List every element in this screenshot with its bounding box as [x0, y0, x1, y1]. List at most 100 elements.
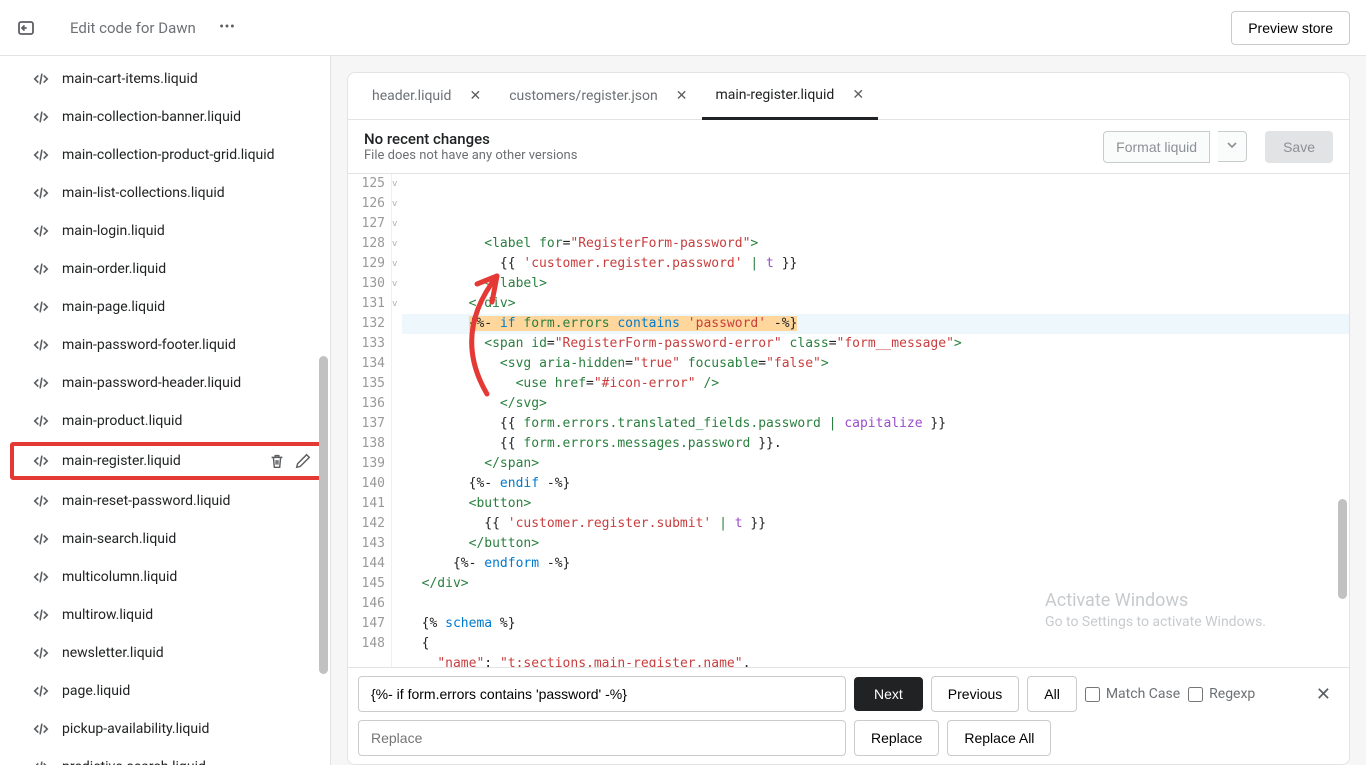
file-item[interactable]: main-collection-product-grid.liquid	[0, 136, 330, 174]
close-icon[interactable]: ✕	[469, 88, 481, 104]
file-sidebar[interactable]: main-cart-items.liquidmain-collection-ba…	[0, 56, 331, 765]
file-label: predictive-search.liquid	[62, 759, 206, 765]
code-line[interactable]: <use href="#icon-error" />	[402, 374, 1349, 394]
fold-gutter[interactable]: vvvvvvv	[392, 174, 402, 667]
code-line[interactable]: </button>	[402, 534, 1349, 554]
code-line[interactable]: </label>	[402, 274, 1349, 294]
find-all-button[interactable]: All	[1027, 676, 1077, 712]
code-line[interactable]: {% schema %}	[402, 614, 1349, 634]
file-item[interactable]: main-product.liquid	[0, 402, 330, 440]
code-line[interactable]: {%- if form.errors contains 'password' -…	[402, 314, 1349, 334]
tab[interactable]: header.liquid ✕	[358, 73, 495, 119]
replace-input[interactable]	[358, 720, 846, 756]
status-row: No recent changes File does not have any…	[348, 120, 1349, 174]
tab-label: header.liquid	[372, 88, 451, 104]
replace-button[interactable]: Replace	[854, 720, 939, 756]
file-item[interactable]: page.liquid	[0, 672, 330, 710]
code-line[interactable]: {%- endif -%}	[402, 474, 1349, 494]
replace-all-button[interactable]: Replace All	[947, 720, 1051, 756]
close-icon[interactable]: ✕	[852, 87, 864, 103]
save-button[interactable]: Save	[1265, 131, 1333, 163]
file-item[interactable]: main-reset-password.liquid	[0, 482, 330, 520]
more-icon[interactable]	[214, 13, 240, 43]
file-label: multicolumn.liquid	[62, 569, 177, 585]
format-liquid-button[interactable]: Format liquid	[1103, 131, 1210, 163]
tab-label: customers/register.json	[509, 88, 658, 104]
code-icon	[32, 758, 50, 765]
file-item[interactable]: main-login.liquid	[0, 212, 330, 250]
code-icon	[32, 70, 50, 88]
code-line[interactable]: <span id="RegisterForm-password-error" c…	[402, 334, 1349, 354]
file-label: multirow.liquid	[62, 607, 153, 623]
code-line[interactable]: </svg>	[402, 394, 1349, 414]
close-icon[interactable]: ✕	[1308, 680, 1339, 709]
file-item[interactable]: predictive-search.liquid	[0, 748, 330, 765]
file-item[interactable]: multirow.liquid	[0, 596, 330, 634]
editor-card: header.liquid✕customers/register.json✕ma…	[347, 72, 1350, 765]
match-case-checkbox[interactable]: Match Case	[1085, 686, 1180, 702]
code-line[interactable]: {%- endform -%}	[402, 554, 1349, 574]
code-line[interactable]: <button>	[402, 494, 1349, 514]
code-icon	[32, 568, 50, 586]
format-dropdown[interactable]	[1218, 131, 1247, 162]
find-previous-button[interactable]: Previous	[931, 676, 1019, 712]
editor-scrollbar[interactable]	[1335, 174, 1349, 667]
code-line[interactable]: <svg aria-hidden="true" focusable="false…	[402, 354, 1349, 374]
code-icon	[32, 606, 50, 624]
file-item[interactable]: main-order.liquid	[0, 250, 330, 288]
code-icon	[32, 298, 50, 316]
code-lines[interactable]: <label for="RegisterForm-password"> {{ '…	[402, 174, 1349, 667]
file-label: main-search.liquid	[62, 531, 176, 547]
code-line[interactable]: {{ form.errors.translated_fields.passwor…	[402, 414, 1349, 434]
preview-store-button[interactable]: Preview store	[1231, 11, 1350, 45]
code-line[interactable]: </span>	[402, 454, 1349, 474]
code-editor[interactable]: 1251261271281291301311321331341351361371…	[348, 174, 1349, 667]
file-label: pickup-availability.liquid	[62, 721, 209, 737]
code-line[interactable]: {{ form.errors.messages.password }}.	[402, 434, 1349, 454]
file-item[interactable]: main-password-header.liquid	[0, 364, 330, 402]
code-line[interactable]: <label for="RegisterForm-password">	[402, 234, 1349, 254]
file-item[interactable]: newsletter.liquid	[0, 634, 330, 672]
file-item[interactable]: main-cart-items.liquid	[0, 60, 330, 98]
code-icon	[32, 720, 50, 738]
code-icon	[32, 222, 50, 240]
find-next-button[interactable]: Next	[854, 677, 923, 711]
file-label: main-order.liquid	[62, 261, 166, 277]
file-item[interactable]: multicolumn.liquid	[0, 558, 330, 596]
tabs: header.liquid✕customers/register.json✕ma…	[348, 73, 1349, 120]
file-item[interactable]: pickup-availability.liquid	[0, 710, 330, 748]
find-replace-bar: Next Previous All Match Case Regexp ✕ Re…	[348, 667, 1349, 764]
editor-pane: header.liquid✕customers/register.json✕ma…	[331, 56, 1366, 765]
edit-icon[interactable]	[294, 452, 312, 470]
tab[interactable]: main-register.liquid✕	[702, 73, 879, 120]
sidebar-scrollbar[interactable]	[316, 56, 330, 765]
close-icon[interactable]: ✕	[676, 88, 688, 104]
file-item[interactable]: main-list-collections.liquid	[0, 174, 330, 212]
file-label: main-login.liquid	[62, 223, 165, 239]
code-line[interactable]: </div>	[402, 574, 1349, 594]
code-line[interactable]	[402, 594, 1349, 614]
code-line[interactable]: {{ 'customer.register.password' | t }}	[402, 254, 1349, 274]
file-item[interactable]: main-search.liquid	[0, 520, 330, 558]
back-icon[interactable]	[16, 18, 36, 38]
file-item[interactable]: main-page.liquid	[0, 288, 330, 326]
find-input[interactable]	[358, 676, 846, 712]
file-label: main-register.liquid	[62, 453, 181, 469]
file-label: newsletter.liquid	[62, 645, 164, 661]
code-line[interactable]: "name": "t:sections.main-register.name",	[402, 654, 1349, 667]
code-line[interactable]: </div>	[402, 294, 1349, 314]
code-line[interactable]: {	[402, 634, 1349, 654]
main: main-cart-items.liquidmain-collection-ba…	[0, 56, 1366, 765]
file-item[interactable]: main-register.liquid	[10, 442, 324, 480]
code-icon	[32, 260, 50, 278]
tab[interactable]: customers/register.json ✕	[495, 73, 701, 119]
topbar: Edit code for Dawn Preview store	[0, 0, 1366, 56]
regexp-checkbox[interactable]: Regexp	[1188, 686, 1255, 702]
code-icon	[32, 644, 50, 662]
file-item[interactable]: main-password-footer.liquid	[0, 326, 330, 364]
trash-icon[interactable]	[268, 452, 286, 470]
code-line[interactable]: {{ 'customer.register.submit' | t }}	[402, 514, 1349, 534]
status-subtitle: File does not have any other versions	[364, 148, 577, 163]
file-item[interactable]: main-collection-banner.liquid	[0, 98, 330, 136]
line-gutter: 1251261271281291301311321331341351361371…	[348, 174, 392, 667]
